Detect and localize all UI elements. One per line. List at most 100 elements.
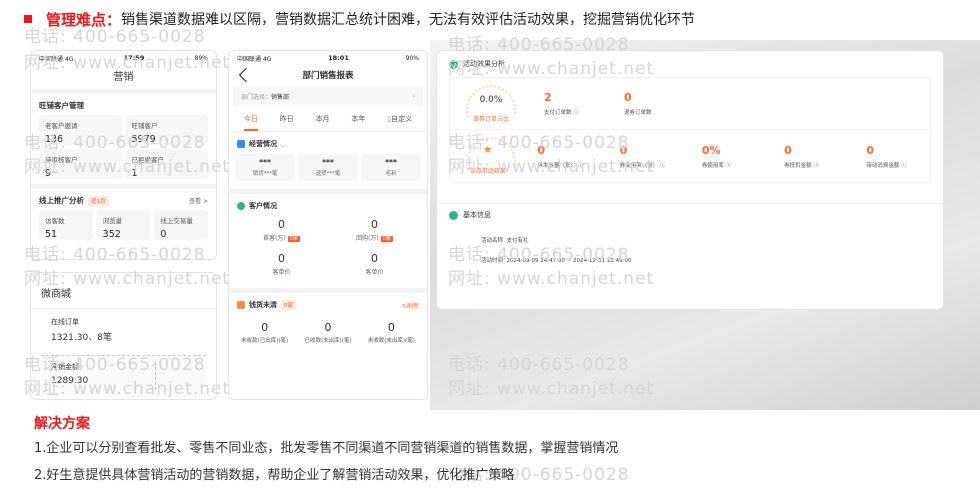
stat-cell[interactable]: *** 销货***笔 <box>235 154 295 181</box>
ops-header: 经营情况 ◡ <box>229 132 427 154</box>
help-icon[interactable]: ⓘ <box>660 163 666 169</box>
metric-value: 0 <box>619 143 628 157</box>
refresh-button[interactable]: ↻刷新 <box>402 301 419 310</box>
stat-value: 0 <box>324 321 332 334</box>
eye-icon[interactable]: ◡ <box>280 140 285 148</box>
metric[interactable]: 0 券使用量（张） ⓘ <box>620 144 702 169</box>
stat-cell[interactable]: 0 客单价 <box>235 252 328 276</box>
stat-label: 线上交易量 <box>160 217 193 225</box>
coupon-effect-gauge: ★ 该券带动效果 <box>460 133 516 179</box>
help-icon[interactable]: ⓘ <box>726 163 732 169</box>
phone-screen-dept-report: 中国联通 4G 18:01 90% 部门销售报表 部门选择：销售部 › 今日 昨… <box>228 50 428 400</box>
stat-cell[interactable]: 0 客单价 <box>328 252 421 276</box>
gauge-label: 该券带动效果 <box>469 168 506 175</box>
nav-bar: 部门销售报表 <box>229 65 427 87</box>
dept-value: 销售部 <box>271 94 290 101</box>
help-icon[interactable]: ⓘ <box>901 163 907 169</box>
activity-analysis-panel: 活动效果分析 0.0% 该券订单占比 2 支付订单数 ⓘ 0 退券订单数 ★ 该券带… <box>436 50 944 310</box>
chevron-right-icon: › <box>412 93 415 100</box>
stat-value: 352 <box>102 229 121 240</box>
stat-cell[interactable]: 老客户邀请 136 <box>39 115 122 145</box>
order-value: 1321.30、8笔 <box>51 333 112 343</box>
stat-cell[interactable]: 0 已收款(未出库)(笔) <box>296 321 359 344</box>
stat-cell[interactable]: 0 首客(万) 0家 <box>235 218 328 242</box>
status-bar: 中国联通 4G 18:01 90% <box>229 51 427 65</box>
stat-cell[interactable]: 旺铺客户 5979 <box>125 115 208 145</box>
stat-cell[interactable]: 线上交易量 0 <box>154 210 208 240</box>
metric[interactable]: 0 券抵扣金额 ⓘ <box>784 144 866 169</box>
metric[interactable]: 0% 券使用率 ⓘ <box>702 144 784 169</box>
stat-value: 0 <box>278 218 285 231</box>
stat-label: 旺铺客户 <box>131 122 158 130</box>
stat-value: 0 <box>261 321 269 334</box>
goods-stats: 0 未收款(已出库)(笔) 0 已收款(未出库)(笔) 0 未收款(未出库)(笔) <box>229 319 427 346</box>
solution-line-1: 1.企业可以分别查看批发、零售不同业态，批发零售不同渠道不同营销渠道的销售数据，… <box>34 441 619 456</box>
stat-cell[interactable]: 0 未收款(未出库)(笔) <box>360 321 423 344</box>
stat-cell[interactable]: 0 未收款(已出库)(笔) <box>233 321 296 344</box>
metric-label: 券抵扣金额 <box>784 162 812 169</box>
tab-year[interactable]: 本年 <box>351 114 365 131</box>
net-sales[interactable]: 净销金额 1289.30 <box>41 355 206 396</box>
order-label: 在线订单 <box>51 318 79 326</box>
refresh-label: 刷新 <box>406 302 419 310</box>
stat-label: 客单价 <box>272 269 291 276</box>
tab-today[interactable]: 今日 <box>243 114 258 131</box>
stat-value: *** <box>259 158 271 167</box>
stat-label: 首客(万) <box>263 235 286 242</box>
stat-label: 浏览量 <box>102 217 123 225</box>
tab-yesterday[interactable]: 昨日 <box>280 114 294 131</box>
headline-text: 销售渠道数据难以区隔，营销数据汇总统计困难，无法有效评估活动效果，挖掘营销优化环… <box>121 12 696 28</box>
section-title: 钱货未清 <box>249 301 277 309</box>
status-bar: 中国联通 4G 17:59 89% <box>31 51 216 65</box>
online-order[interactable]: 在线订单 1321.30、8笔 <box>31 309 216 349</box>
stat-cell[interactable]: 已拒绝客户 1 <box>125 149 208 179</box>
tab-month[interactable]: 本月 <box>316 114 330 131</box>
tab-custom[interactable]: ▯自定义 <box>387 114 412 131</box>
stat-label: 老客户邀请 <box>45 122 78 130</box>
carrier: 中国联通 4G <box>39 55 74 63</box>
stat-value: 0 <box>387 321 395 334</box>
dept-selector[interactable]: 部门选择：销售部 › <box>233 87 423 106</box>
metric-value: 0% <box>701 143 721 157</box>
metric-label: 券使用率 <box>701 162 724 169</box>
effect-box: 0.0% 该券订单占比 2 支付订单数 ⓘ 0 退券订单数 ★ 该券带动效果 0 券发… <box>449 77 931 183</box>
tab-custom-label: 自定义 <box>391 115 413 123</box>
period-tag[interactable]: 近1月 <box>88 196 109 206</box>
help-icon[interactable]: ⓘ <box>573 110 579 116</box>
customer-row-1: 0 首客(万) 0家 0 回购(万) 0家 <box>229 216 427 244</box>
stat-cell[interactable]: 待审核客户 9 <box>39 149 122 179</box>
solution-title: 解决方案 <box>34 416 90 432</box>
metric-label: 券发放量（张） <box>537 162 576 169</box>
micro-shop-card: 微商城 在线订单 1321.30、8笔 净销金额 1289.30 <box>30 272 217 400</box>
stat-cell[interactable]: *** 毛利 <box>361 154 421 181</box>
stat-cell[interactable]: 访客数 51 <box>39 210 93 240</box>
panel-title: 活动效果分析 <box>463 60 505 68</box>
view-more-link[interactable]: 查看 > <box>189 196 208 205</box>
battery: 90% <box>405 54 419 62</box>
help-icon[interactable]: ⓘ <box>813 163 819 169</box>
metric[interactable]: 0 退券订单数 <box>624 91 704 116</box>
section-title: 线上推广分析 近1月 <box>39 195 109 206</box>
count-badge: 0家 <box>281 300 296 310</box>
metric[interactable]: 0 带动消费金额 ⓘ <box>866 144 920 169</box>
stat-value: *** <box>322 158 334 167</box>
card-title: 微商城 <box>31 273 216 309</box>
solution-line-2: 2.好生意提供具体营销活动的营销数据，帮助企业了解营销活动效果，优化推广策略 <box>34 468 515 483</box>
stat-cell[interactable]: 0 回购(万) 0家 <box>328 218 421 242</box>
info-label: 活动名称 <box>481 238 504 244</box>
stat-label: 已拒绝客户 <box>131 156 165 164</box>
stat-cell[interactable]: *** 退货***笔 <box>298 154 358 181</box>
shop-stats: 老客户邀请 136 旺铺客户 5979 待审核客户 9 已拒绝客户 1 <box>31 115 216 179</box>
metric-value: 0 <box>866 143 875 157</box>
carrier: 中国联通 4G <box>237 55 272 63</box>
help-icon[interactable]: ⓘ <box>578 163 584 169</box>
user-icon <box>237 202 245 210</box>
section-title: 基本信息 <box>463 211 491 219</box>
section-title: 客户情况 <box>249 202 277 210</box>
metric[interactable]: 2 支付订单数 ⓘ <box>544 91 624 116</box>
phone-screen-marketing: 中国联通 4G 17:59 89% 营销 旺铺客户管理 老客户邀请 136 旺铺客… <box>30 50 217 260</box>
stat-cell[interactable]: 浏览量 352 <box>96 210 151 240</box>
metric-value: 0 <box>537 143 546 157</box>
metric[interactable]: 0 券发放量（张） ⓘ <box>537 144 619 169</box>
